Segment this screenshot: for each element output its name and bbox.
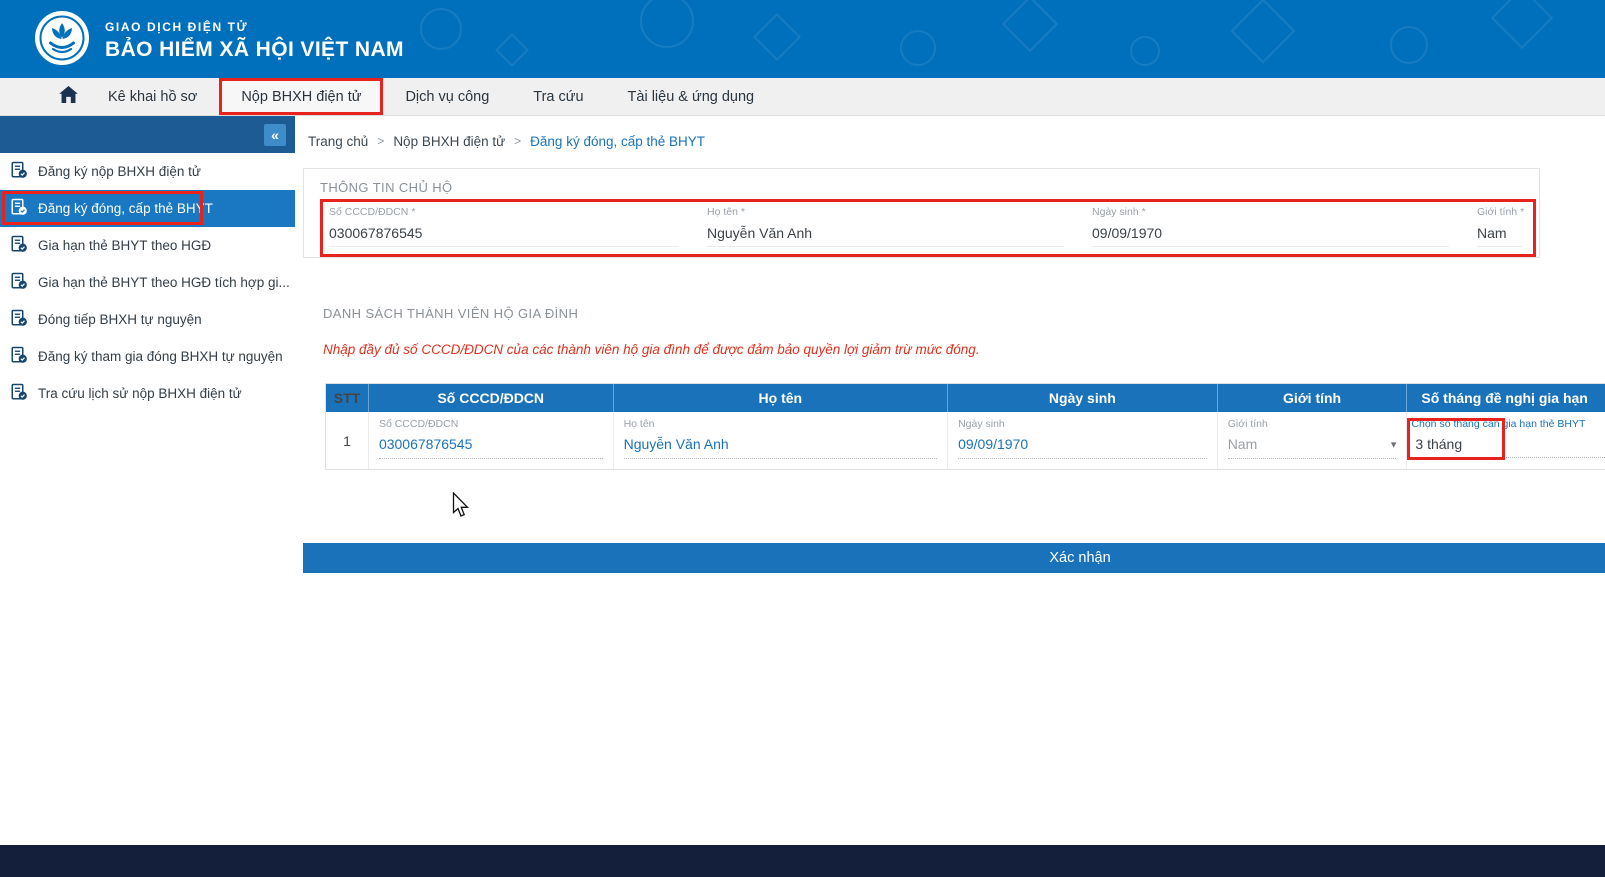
sidebar-item-dong-tiep-bhxh-tu-nguyen[interactable]: Đóng tiếp BHXH tự nguyện [0, 301, 295, 338]
highlight-box-household-fields: Số CCCD/ĐDCN * 030067876545 Họ tên * Ngu… [320, 199, 1536, 257]
ngaysinh-input[interactable]: 09/09/1970 [1092, 225, 1449, 247]
members-note: Nhập đầy đủ số CCCD/ĐDCN của các thành v… [323, 342, 980, 357]
col-header-stt: STT [326, 384, 369, 412]
sidebar-item-label: Đóng tiếp BHXH tự nguyện [38, 312, 202, 327]
sidebar-item-label: Gia hạn thẻ BHYT theo HGĐ tích hợp gi... [38, 275, 290, 290]
member-sothang-select[interactable]: 3 tháng [1411, 434, 1605, 458]
sidebar-item-label: Đăng ký nộp BHXH điện tử [38, 164, 201, 179]
gioitinh-input[interactable]: Nam [1477, 225, 1523, 247]
document-check-icon [10, 272, 28, 293]
breadcrumb-separator: > [377, 134, 384, 148]
col-header-cccd: Số CCCD/ĐDCN [369, 384, 614, 412]
nav-item-ke-khai-ho-so[interactable]: Kê khai hồ sơ [86, 78, 219, 115]
sidebar-header: « [0, 116, 295, 153]
member-cccd-input[interactable]: 030067876545 [379, 436, 603, 459]
nav-item-dich-vu-cong[interactable]: Dịch vụ công [383, 78, 511, 115]
breadcrumb-nop-bhxh[interactable]: Nộp BHXH điện tử [393, 134, 505, 149]
home-button[interactable] [50, 78, 86, 115]
row-stt: 1 [326, 412, 369, 469]
sidebar-item-dang-ky-nop-bhxh[interactable]: Đăng ký nộp BHXH điện tử [0, 153, 295, 190]
document-check-icon [10, 161, 28, 182]
chevron-down-icon: ▾ [1391, 438, 1397, 451]
sidebar-item-label: Tra cứu lịch sử nộp BHXH điện tử [38, 386, 242, 401]
row-cccd-cell: Số CCCD/ĐDCN 030067876545 [369, 412, 614, 469]
field-label: Ngày sinh * [1092, 206, 1477, 218]
field-ngaysinh: Ngày sinh * 09/09/1970 [1092, 205, 1477, 247]
nav-item-label: Dịch vụ công [405, 89, 489, 105]
member-gioitinh-select[interactable]: Nam ▾ [1228, 436, 1397, 459]
breadcrumb: Trang chủ > Nộp BHXH điện tử > Đăng ký đ… [308, 132, 705, 150]
member-hoten-input[interactable]: Nguyễn Văn Anh [624, 436, 938, 459]
cell-label: Giới tính [1228, 418, 1397, 430]
document-check-icon [10, 309, 28, 330]
page-footer [0, 845, 1605, 877]
nav-item-label: Nộp BHXH điện tử [241, 89, 361, 105]
row-ngaysinh-cell: Ngày sinh 09/09/1970 [948, 412, 1218, 469]
sidebar-item-dang-ky-tham-gia-dong-bhxh[interactable]: Đăng ký tham gia đóng BHXH tự nguyện [0, 338, 295, 375]
members-section-title: DANH SÁCH THÀNH VIÊN HỘ GIA ĐÌNH [323, 306, 578, 321]
cell-label: Số CCCD/ĐDCN [379, 418, 603, 430]
row-gioitinh-cell: Giới tính Nam ▾ [1218, 412, 1408, 469]
nav-item-nop-bhxh-dien-tu[interactable]: Nộp BHXH điện tử [219, 78, 383, 115]
field-label: Số CCCD/ĐDCN * [329, 206, 707, 218]
row-sothang-cell: Chọn số tháng cần gia hạn thẻ BHYT 3 thá… [1407, 412, 1605, 469]
col-header-hoten: Họ tên [614, 384, 949, 412]
sidebar-item-label: Đăng ký đóng, cấp thẻ BHYT [38, 201, 213, 216]
household-info-card: THÔNG TIN CHỦ HỘ Số CCCD/ĐDCN * 03006787… [303, 168, 1540, 258]
document-check-icon [10, 346, 28, 367]
months-select-link[interactable]: Chọn số tháng cần gia hạn thẻ BHYT [1411, 418, 1605, 430]
col-header-ngaysinh: Ngày sinh [948, 384, 1218, 412]
field-label: Họ tên * [707, 206, 1092, 218]
breadcrumb-current: Đăng ký đóng, cấp thẻ BHYT [530, 134, 705, 149]
main-content: Trang chủ > Nộp BHXH điện tử > Đăng ký đ… [295, 116, 1605, 845]
nav-item-label: Kê khai hồ sơ [108, 89, 197, 105]
cell-label: Ngày sinh [958, 418, 1207, 430]
sidebar-collapse-button[interactable]: « [264, 124, 286, 146]
sidebar-item-dang-ky-dong-cap-the-bhyt[interactable]: Đăng ký đóng, cấp thẻ BHYT [0, 190, 295, 227]
brand-subtitle: GIAO DỊCH ĐIỆN TỬ [105, 20, 404, 34]
members-table-header: STT Số CCCD/ĐDCN Họ tên Ngày sinh Giới t… [326, 384, 1605, 412]
hoten-input[interactable]: Nguyễn Văn Anh [707, 225, 1064, 247]
sidebar-item-gia-han-the-bhyt-hgd[interactable]: Gia hạn thẻ BHYT theo HGĐ [0, 227, 295, 264]
gender-value: Nam [1228, 436, 1258, 452]
app-header: GIAO DỊCH ĐIỆN TỬ BẢO HIỂM XÃ HỘI VIỆT N… [0, 0, 1605, 78]
confirm-button-label: Xác nhận [1049, 550, 1110, 566]
home-icon [59, 86, 78, 108]
sidebar-item-label: Gia hạn thẻ BHYT theo HGĐ [38, 238, 211, 253]
field-hoten: Họ tên * Nguyễn Văn Anh [707, 205, 1092, 247]
confirm-button[interactable]: Xác nhận [303, 543, 1605, 573]
member-ngaysinh-input[interactable]: 09/09/1970 [958, 436, 1207, 459]
sidebar-item-gia-han-the-bhyt-hgd-tich-hop[interactable]: Gia hạn thẻ BHYT theo HGĐ tích hợp gi... [0, 264, 295, 301]
field-cccd: Số CCCD/ĐDCN * 030067876545 [329, 205, 707, 247]
collapse-icon: « [271, 127, 279, 143]
nav-item-label: Tra cứu [533, 89, 583, 105]
nav-item-label: Tài liệu & ứng dụng [628, 89, 755, 105]
bhxh-logo [34, 10, 90, 71]
breadcrumb-home[interactable]: Trang chủ [308, 134, 368, 149]
members-table: STT Số CCCD/ĐDCN Họ tên Ngày sinh Giới t… [325, 383, 1605, 470]
field-label: Giới tính * [1477, 206, 1527, 218]
document-check-icon [10, 383, 28, 404]
breadcrumb-separator: > [514, 134, 521, 148]
main-nav: Kê khai hồ sơ Nộp BHXH điện tử Dịch vụ c… [0, 78, 1605, 116]
document-check-icon [10, 198, 28, 219]
sidebar: « Đăng ký nộp BHXH điện tử Đăng ký đóng,… [0, 116, 295, 845]
field-gioitinh: Giới tính * Nam [1477, 205, 1527, 247]
col-header-gioitinh: Giới tính [1218, 384, 1408, 412]
row-hoten-cell: Họ tên Nguyễn Văn Anh [614, 412, 949, 469]
brand-title: BẢO HIỂM XÃ HỘI VIỆT NAM [105, 38, 404, 62]
document-check-icon [10, 235, 28, 256]
sidebar-item-tra-cuu-lich-su[interactable]: Tra cứu lịch sử nộp BHXH điện tử [0, 375, 295, 412]
table-row: 1 Số CCCD/ĐDCN 030067876545 Họ tên Nguyễ… [326, 412, 1605, 469]
cccd-input[interactable]: 030067876545 [329, 225, 679, 247]
nav-item-tai-lieu-ung-dung[interactable]: Tài liệu & ứng dụng [606, 78, 777, 115]
sidebar-item-label: Đăng ký tham gia đóng BHXH tự nguyện [38, 349, 283, 364]
nav-item-tra-cuu[interactable]: Tra cứu [511, 78, 605, 115]
cell-label: Họ tên [624, 418, 938, 430]
household-info-title: THÔNG TIN CHỦ HỘ [304, 169, 1539, 198]
col-header-sothang: Số tháng đề nghị gia hạn [1407, 384, 1605, 412]
